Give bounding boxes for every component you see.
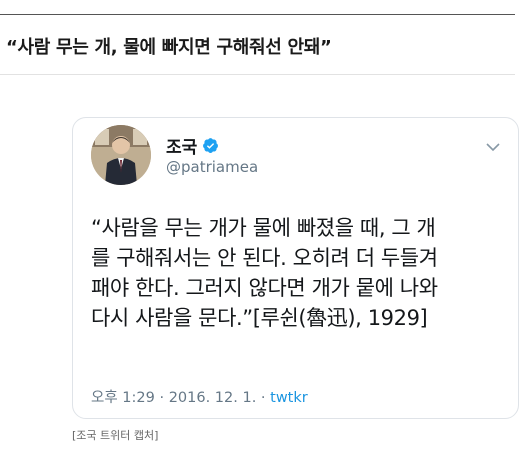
- meta-separator: ·: [260, 390, 266, 406]
- verified-badge-icon: [203, 138, 219, 153]
- headline-divider: [0, 74, 515, 75]
- author-name-text: 조국: [166, 138, 198, 158]
- avatar[interactable]: [91, 125, 151, 185]
- article-headline: “사람 무는 개, 물에 빠지면 구해줘선 안돼”: [6, 37, 332, 58]
- meta-separator: ·: [159, 390, 165, 406]
- tweet-text-line: 를 구해줘서는 안 된다. 오히려 더 두들겨: [91, 246, 438, 270]
- chevron-down-icon[interactable]: [486, 142, 500, 152]
- author-handle[interactable]: @patriamea: [166, 158, 258, 176]
- tweet-time[interactable]: 오후 1:29: [91, 390, 155, 406]
- embedded-tweet-card[interactable]: 조국 @patriamea “사람을 무는 개가 물에 빠졌을 때, 그 개 를…: [72, 117, 519, 419]
- tweet-text-line: 다시 사람을 문다.”[루쉰(魯迅), 1929]: [91, 306, 428, 330]
- top-divider: [0, 14, 515, 15]
- image-caption: [조국 트위터 캡처]: [72, 429, 159, 442]
- tweet-text: “사람을 무는 개가 물에 빠졌을 때, 그 개 를 구해줘서는 안 된다. 오…: [91, 213, 511, 333]
- tweet-source-link[interactable]: twtkr: [270, 390, 308, 406]
- tweet-text-line: 패야 한다. 그러지 않다면 개가 뭍에 나와: [91, 276, 438, 300]
- tweet-date[interactable]: 2016. 12. 1.: [169, 390, 257, 406]
- tweet-meta: 오후 1:29 · 2016. 12. 1. · twtkr: [91, 386, 308, 407]
- author-name[interactable]: 조국: [166, 133, 219, 158]
- tweet-text-line: “사람을 무는 개가 물에 빠졌을 때, 그 개: [91, 216, 436, 240]
